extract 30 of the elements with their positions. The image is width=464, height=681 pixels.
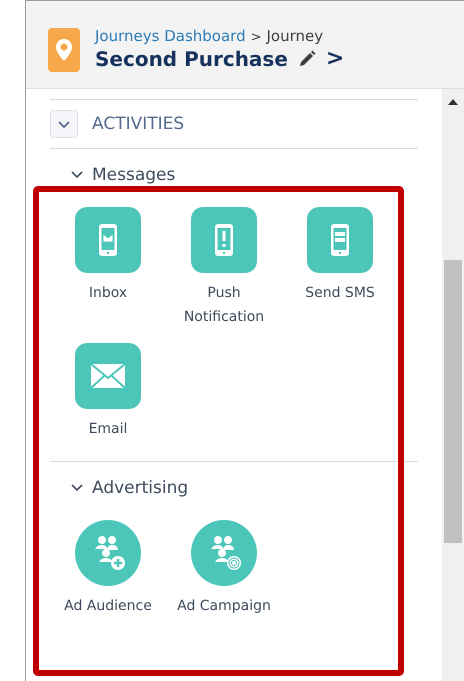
section-title: ACTIVITIES	[92, 114, 184, 134]
pencil-icon[interactable]	[298, 50, 316, 68]
group-title: Advertising	[92, 478, 188, 498]
activity-label: Ad Campaign	[176, 597, 272, 616]
next-button[interactable]: >	[326, 46, 344, 71]
breadcrumb-current: Journey	[266, 27, 324, 45]
location-pin-icon	[48, 28, 80, 72]
breadcrumb-link[interactable]: Journeys Dashboard	[95, 27, 246, 45]
activity-label: Email	[88, 420, 128, 439]
collapse-button[interactable]	[50, 110, 78, 138]
envelope-icon[interactable]	[75, 343, 141, 409]
activity-label: Ad Audience	[63, 597, 153, 616]
activity-label: Send SMS	[304, 284, 376, 303]
scroll-up-icon[interactable]	[448, 99, 458, 105]
group-header[interactable]: Messages	[50, 165, 176, 185]
scrollbar-thumb[interactable]	[444, 260, 462, 543]
chevron-down-icon	[70, 483, 84, 493]
chevron-down-icon	[57, 119, 71, 129]
phone-alert-icon[interactable]	[191, 207, 257, 273]
chevron-down-icon	[70, 170, 84, 180]
phone-message-icon[interactable]	[307, 207, 373, 273]
activity-label: Inbox	[88, 284, 128, 303]
breadcrumb-separator: >	[250, 30, 262, 45]
group-title: Messages	[92, 165, 176, 185]
journey-title: Second Purchase	[95, 46, 288, 70]
people-add-icon[interactable]	[75, 520, 141, 586]
activity-label: Push Notification	[182, 284, 266, 327]
phone-mail-icon[interactable]	[75, 207, 141, 273]
group-header[interactable]: Advertising	[50, 478, 188, 498]
people-target-icon[interactable]	[191, 520, 257, 586]
